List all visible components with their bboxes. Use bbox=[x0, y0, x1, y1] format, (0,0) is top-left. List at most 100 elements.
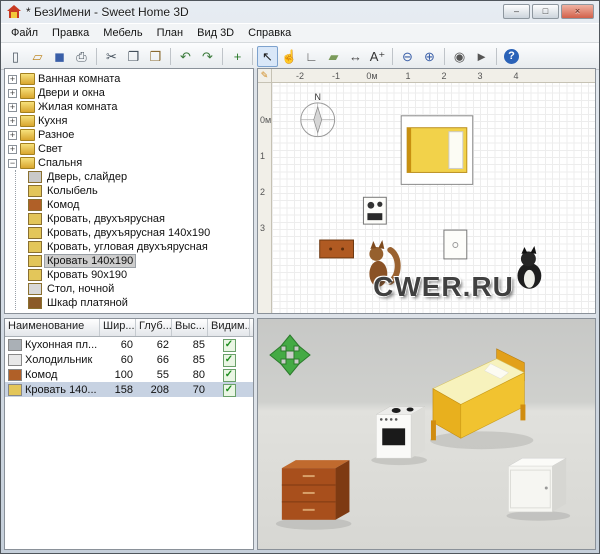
expand-toggle-icon[interactable]: + bbox=[8, 145, 17, 154]
catalog-item[interactable]: Кровать, двухъярусная bbox=[28, 212, 253, 226]
paste-button[interactable]: ❒ bbox=[145, 46, 166, 67]
right-horizontal-splitter[interactable] bbox=[257, 314, 596, 318]
compass[interactable]: N bbox=[301, 92, 335, 137]
catalog-item[interactable]: Стол, ночной bbox=[28, 282, 253, 296]
furniture-thumb-icon bbox=[8, 369, 22, 381]
menu-edit[interactable]: Правка bbox=[45, 25, 96, 41]
plan-view-panel[interactable]: ✎ -2-10м1234 0м123 N bbox=[257, 68, 596, 314]
save-floppy-icon: ◼ bbox=[54, 50, 65, 63]
catalog-category[interactable]: +Двери и окна bbox=[8, 86, 253, 100]
visible-checkbox[interactable]: ✓ bbox=[223, 384, 236, 397]
menu-plan[interactable]: План bbox=[150, 25, 191, 41]
visible-checkbox[interactable]: ✓ bbox=[223, 369, 236, 382]
catalog-item[interactable]: Кровать, двухъярусная 140x190 bbox=[28, 226, 253, 240]
maximize-button[interactable]: □ bbox=[532, 4, 559, 19]
catalog-category[interactable]: +Разное bbox=[8, 128, 253, 142]
column-header[interactable]: Видим... bbox=[208, 319, 250, 336]
furniture-thumb-icon bbox=[28, 297, 42, 309]
stove-plan-item[interactable] bbox=[363, 197, 386, 224]
open-folder-icon: ▱ bbox=[33, 50, 43, 63]
left-horizontal-splitter[interactable] bbox=[4, 314, 254, 318]
expand-toggle-icon[interactable]: + bbox=[8, 75, 17, 84]
expand-toggle-icon[interactable]: + bbox=[8, 131, 17, 140]
expand-toggle-icon[interactable]: + bbox=[8, 117, 17, 126]
nightstand-plan-item[interactable] bbox=[444, 230, 467, 259]
create-video-button[interactable]: ► bbox=[471, 46, 492, 67]
paste-icon: ❒ bbox=[150, 50, 162, 63]
table-row[interactable]: Кухонная пл...606285✓ bbox=[5, 337, 253, 352]
catalog-item[interactable]: Шкаф платяной bbox=[28, 296, 253, 310]
new-plan-button[interactable]: ▯ bbox=[5, 46, 26, 67]
text-icon: A⁺ bbox=[370, 50, 386, 63]
minimize-button[interactable]: – bbox=[503, 4, 530, 19]
visible-checkbox[interactable]: ✓ bbox=[223, 339, 236, 352]
furniture-catalog-panel[interactable]: + Ванная комната+Двери и окна+Жилая комна… bbox=[4, 68, 254, 314]
undo-button[interactable]: ↶ bbox=[175, 46, 196, 67]
furniture-list-panel[interactable]: НаименованиеШир...Глуб...Выс...Видим... … bbox=[4, 318, 254, 550]
height-value: 80 bbox=[172, 369, 208, 381]
wall-icon: ∟ bbox=[305, 50, 318, 63]
catalog-item[interactable]: Колыбель bbox=[28, 184, 253, 198]
save-plan-button[interactable]: ◼ bbox=[49, 46, 70, 67]
catalog-category[interactable]: +Жилая комната bbox=[8, 100, 253, 114]
catalog-item[interactable]: Дверь, слайдер bbox=[28, 170, 253, 184]
furniture-table-header: НаименованиеШир...Глуб...Выс...Видим... bbox=[5, 319, 253, 337]
vertical-splitter[interactable] bbox=[254, 68, 257, 550]
catalog-category[interactable]: + Ванная комната bbox=[8, 72, 253, 86]
menu-file[interactable]: Файл bbox=[4, 25, 45, 41]
width-value: 158 bbox=[100, 384, 136, 396]
undo-arrow-icon: ↶ bbox=[180, 50, 191, 63]
print-button[interactable]: ⎙ bbox=[71, 46, 92, 67]
catalog-category[interactable]: +Свет bbox=[8, 142, 253, 156]
plan-view-canvas[interactable]: N bbox=[272, 83, 595, 313]
copy-button[interactable]: ❐ bbox=[123, 46, 144, 67]
menu-furniture[interactable]: Мебель bbox=[96, 25, 149, 41]
select-tool-button[interactable]: ↖ bbox=[257, 46, 278, 67]
column-header[interactable]: Шир... bbox=[100, 319, 136, 336]
create-rooms-button[interactable]: ▰ bbox=[323, 46, 344, 67]
menu-view3d[interactable]: Вид 3D bbox=[190, 25, 241, 41]
catalog-item[interactable]: Кровать, угловая двухъярусная bbox=[28, 240, 253, 254]
category-label: Ванная комната bbox=[38, 73, 120, 85]
help-button[interactable]: ? bbox=[501, 46, 522, 67]
expand-toggle-icon[interactable]: + bbox=[8, 89, 17, 98]
zoom-in-button[interactable]: ⊕ bbox=[419, 46, 440, 67]
add-text-button[interactable]: A⁺ bbox=[367, 46, 388, 67]
create-photo-button[interactable]: ◉ bbox=[449, 46, 470, 67]
ruler-label: 3 bbox=[260, 223, 265, 233]
catalog-item[interactable]: Комод bbox=[28, 198, 253, 212]
catalog-item[interactable]: Кровать 90x190 bbox=[28, 268, 253, 282]
ruler-label: 4 bbox=[513, 71, 518, 81]
column-header[interactable]: Выс... bbox=[172, 319, 208, 336]
expand-toggle-icon[interactable]: + bbox=[8, 103, 17, 112]
table-row[interactable]: Комод1005580✓ bbox=[5, 367, 253, 382]
catalog-category[interactable]: −Спальня bbox=[8, 156, 253, 170]
menu-help[interactable]: Справка bbox=[241, 25, 298, 41]
toolbar-separator bbox=[392, 48, 393, 65]
view-3d-panel[interactable] bbox=[257, 318, 596, 550]
table-row[interactable]: Кровать 140...15820870✓ bbox=[5, 382, 253, 397]
dresser-plan-item[interactable] bbox=[320, 240, 354, 258]
ruler-label: 2 bbox=[260, 187, 265, 197]
cut-button[interactable]: ✂ bbox=[101, 46, 122, 67]
open-plan-button[interactable]: ▱ bbox=[27, 46, 48, 67]
redo-button[interactable]: ↷ bbox=[197, 46, 218, 67]
camera-pan-control[interactable] bbox=[268, 333, 312, 377]
zoom-out-button[interactable]: ⊖ bbox=[397, 46, 418, 67]
compass-north-label: N bbox=[314, 92, 320, 102]
close-button[interactable]: × bbox=[561, 4, 594, 19]
bed-plan-item[interactable] bbox=[401, 116, 473, 185]
catalog-category[interactable]: +Кухня bbox=[8, 114, 253, 128]
table-row[interactable]: Холодильник606685✓ bbox=[5, 352, 253, 367]
add-furniture-button[interactable]: + bbox=[227, 46, 248, 67]
column-header[interactable]: Наименование bbox=[5, 319, 100, 336]
collapse-toggle-icon[interactable]: − bbox=[8, 159, 17, 168]
create-dimensions-button[interactable]: ↔ bbox=[345, 46, 366, 67]
column-header[interactable]: Глуб... bbox=[136, 319, 172, 336]
stove-3d bbox=[371, 406, 427, 465]
create-walls-button[interactable]: ∟ bbox=[301, 46, 322, 67]
visible-checkbox[interactable]: ✓ bbox=[223, 354, 236, 367]
pan-tool-button[interactable]: ☝ bbox=[279, 46, 300, 67]
catalog-item[interactable]: Кровать 140x190 bbox=[28, 254, 253, 268]
furniture-thumb-icon bbox=[8, 339, 22, 351]
